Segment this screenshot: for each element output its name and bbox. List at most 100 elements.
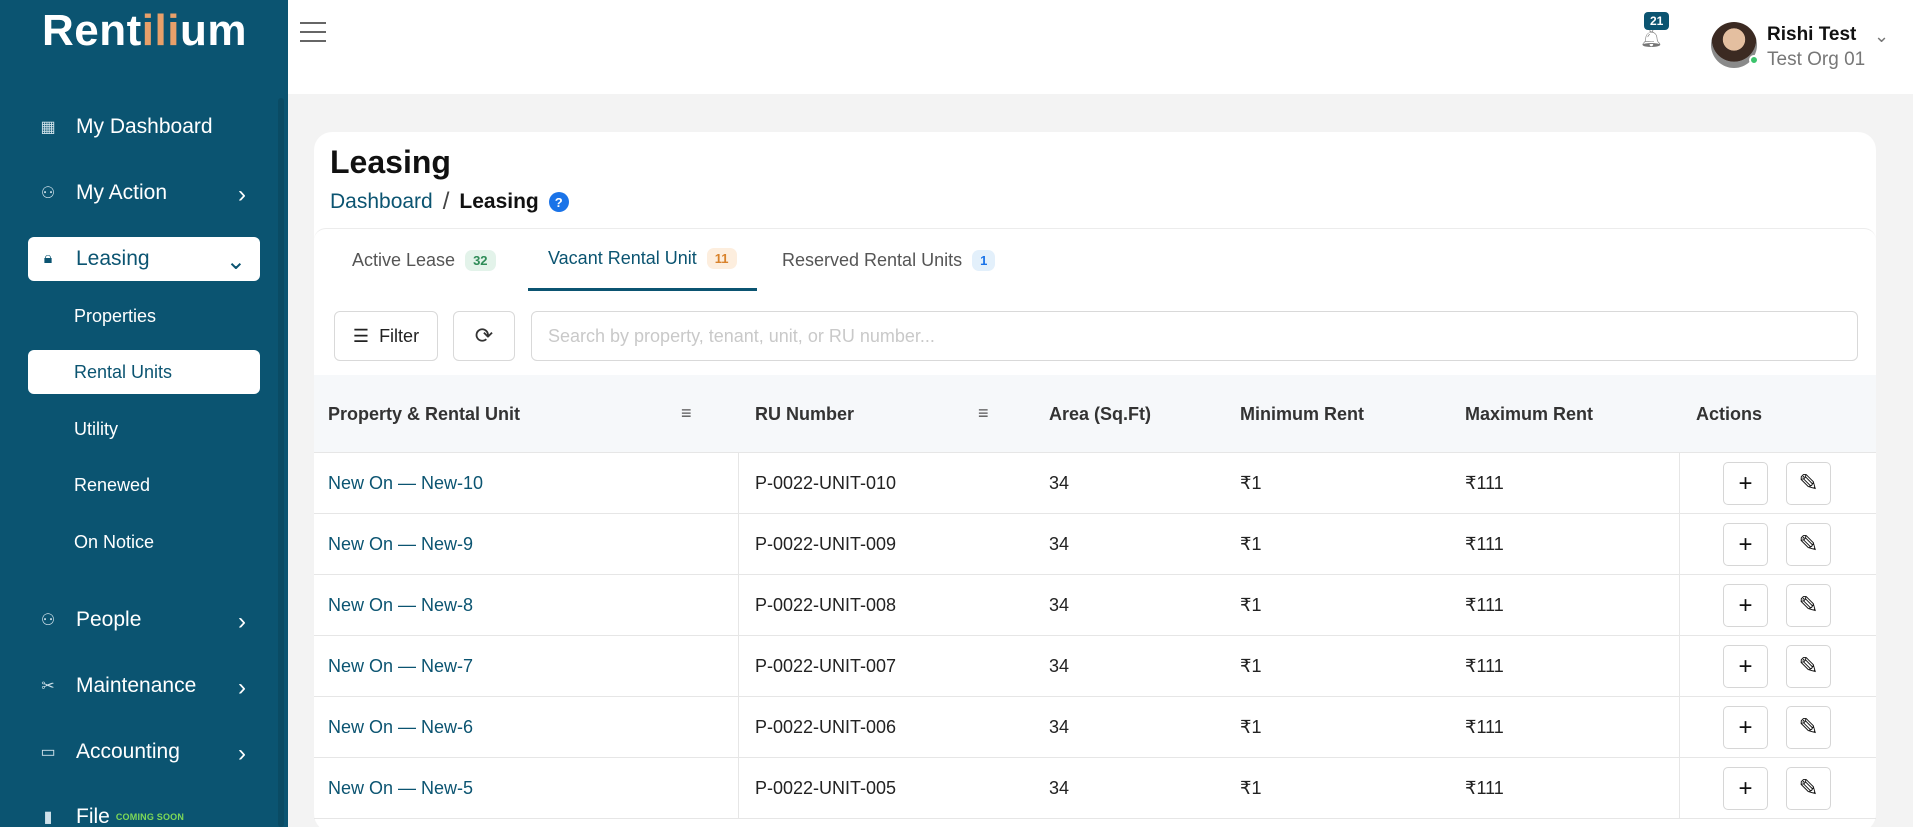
ru-number: P-0022-UNIT-009 <box>755 534 897 554</box>
edit-button[interactable]: ✎ <box>1786 706 1831 749</box>
search-input[interactable] <box>531 311 1858 361</box>
chevron-right-icon: › <box>238 608 246 635</box>
add-button[interactable]: + <box>1723 645 1768 688</box>
max-rent-value: ₹111 <box>1465 534 1504 554</box>
max-rent-value: ₹111 <box>1465 717 1504 737</box>
sidebar-subitem-on-notice[interactable]: On Notice <box>28 520 260 564</box>
filter-button[interactable]: ☰ Filter <box>334 311 438 361</box>
add-button[interactable]: + <box>1723 767 1768 810</box>
ru-number: P-0022-UNIT-010 <box>755 473 897 493</box>
sidebar-subitem-utility[interactable]: Utility <box>28 407 260 451</box>
sidebar-item-accounting[interactable]: ▭ Accounting › <box>28 730 260 774</box>
edit-icon: ✎ <box>1798 653 1819 680</box>
area-value: 34 <box>1049 534 1070 554</box>
tab-vacant-rental-unit[interactable]: Vacant Rental Unit 11 <box>528 229 757 291</box>
property-unit-link[interactable]: New On — New-7 <box>328 636 473 697</box>
min-rent-value: ₹1 <box>1240 595 1262 615</box>
max-rent-value: ₹111 <box>1465 595 1504 615</box>
add-button[interactable]: + <box>1723 706 1768 749</box>
refresh-icon: ⟳ <box>474 323 494 348</box>
column-header-property[interactable]: Property & Rental Unit <box>328 375 520 453</box>
ru-number: P-0022-UNIT-007 <box>755 656 897 676</box>
sidebar-item-file[interactable]: ▮ File COMING SOON <box>28 795 260 827</box>
user-name[interactable]: Rishi Test <box>1767 24 1856 46</box>
lock-icon: 🔒︎ <box>43 250 53 267</box>
menu-toggle-icon[interactable] <box>300 22 326 44</box>
sidebar-item-people[interactable]: ⚇ People › <box>28 598 260 642</box>
plus-icon: + <box>1738 774 1753 802</box>
sidebar-scrollbar[interactable] <box>278 98 284 827</box>
sidebar-item-my-action[interactable]: ⚇ My Action › <box>28 171 260 215</box>
filter-icon[interactable]: ≡ <box>978 403 989 424</box>
edit-button[interactable]: ✎ <box>1786 462 1831 505</box>
chevron-down-icon[interactable]: ⌄ <box>1874 26 1889 47</box>
sidebar-item-leasing[interactable]: 🔒︎ Leasing ⌄ <box>28 237 260 281</box>
ru-number: P-0022-UNIT-006 <box>755 717 897 737</box>
chevron-right-icon: › <box>238 740 246 767</box>
ru-number: P-0022-UNIT-005 <box>755 778 897 798</box>
sidebar-item-maintenance[interactable]: ✂ Maintenance › <box>28 664 260 708</box>
area-value: 34 <box>1049 717 1070 737</box>
column-header-actions: Actions <box>1696 403 1763 424</box>
subitem-label: On Notice <box>74 531 155 552</box>
sidebar-subitem-rental-units[interactable]: Rental Units <box>28 350 260 394</box>
rental-units-table: Property & Rental Unit ≡ RU Number ≡ Are… <box>314 375 1876 819</box>
edit-button[interactable]: ✎ <box>1786 645 1831 688</box>
edit-icon: ✎ <box>1798 531 1819 558</box>
sliders-icon: ☰ <box>352 325 370 346</box>
user-org: Test Org 01 <box>1767 49 1866 70</box>
help-icon[interactable]: ? <box>548 192 569 212</box>
plus-icon: + <box>1738 591 1753 619</box>
coming-soon-badge: COMING SOON <box>115 812 185 822</box>
refresh-button[interactable]: ⟳ <box>453 311 515 361</box>
edit-icon: ✎ <box>1798 470 1819 497</box>
sidebar-subitem-renewed[interactable]: Renewed <box>28 463 260 507</box>
edit-button[interactable]: ✎ <box>1786 523 1831 566</box>
table-header: Property & Rental Unit ≡ RU Number ≡ Are… <box>314 375 1876 453</box>
breadcrumb-separator: / <box>442 188 450 215</box>
sidebar-item-label: Accounting <box>76 740 180 763</box>
property-unit-link[interactable]: New On — New-9 <box>328 514 473 575</box>
column-header-ru-number[interactable]: RU Number <box>755 375 854 453</box>
sidebar: Rentilium ▦ My Dashboard ⚇ My Action › 🔒… <box>0 0 288 827</box>
tab-count-badge: 32 <box>465 249 496 271</box>
min-rent-value: ₹1 <box>1240 534 1262 554</box>
table-row: New On — New-10 P-0022-UNIT-010 34 ₹1 ₹1… <box>314 453 1876 514</box>
edit-button[interactable]: ✎ <box>1786 584 1831 627</box>
app-logo[interactable]: Rentilium <box>42 6 247 56</box>
table-row: New On — New-8 P-0022-UNIT-008 34 ₹1 ₹11… <box>314 575 1876 636</box>
wallet-icon: ▭ <box>40 744 56 761</box>
tab-reserved-rental-units[interactable]: Reserved Rental Units 1 <box>782 229 996 291</box>
chevron-right-icon: › <box>238 181 246 208</box>
tabs-panel: Active Lease 32 Vacant Rental Unit 11 Re… <box>314 228 1876 827</box>
online-status-dot <box>1749 55 1759 65</box>
sidebar-item-my-dashboard[interactable]: ▦ My Dashboard <box>28 105 260 149</box>
column-header-min-rent: Minimum Rent <box>1240 403 1364 424</box>
property-unit-link[interactable]: New On — New-8 <box>328 575 473 636</box>
edit-button[interactable]: ✎ <box>1786 767 1831 810</box>
add-button[interactable]: + <box>1723 462 1768 505</box>
table-row: New On — New-7 P-0022-UNIT-007 34 ₹1 ₹11… <box>314 636 1876 697</box>
area-value: 34 <box>1049 778 1070 798</box>
add-button[interactable]: + <box>1723 584 1768 627</box>
sidebar-item-label: Maintenance <box>76 674 197 697</box>
tab-count-badge: 11 <box>706 248 737 269</box>
bell-icon[interactable]: 🔔︎ <box>1640 28 1663 49</box>
add-button[interactable]: + <box>1723 523 1768 566</box>
ru-number: P-0022-UNIT-008 <box>755 595 897 615</box>
max-rent-value: ₹111 <box>1465 473 1504 493</box>
breadcrumb-dashboard-link[interactable]: Dashboard <box>330 190 433 214</box>
edit-icon: ✎ <box>1798 592 1819 619</box>
filter-icon[interactable]: ≡ <box>681 403 692 424</box>
file-icon: ▮ <box>43 809 53 826</box>
tab-active-lease[interactable]: Active Lease 32 <box>352 229 496 291</box>
plus-icon: + <box>1738 530 1753 558</box>
notification-count-badge: 21 <box>1644 12 1670 30</box>
property-unit-link[interactable]: New On — New-10 <box>328 453 483 514</box>
sidebar-subitem-properties[interactable]: Properties <box>28 294 260 338</box>
topbar: 🔔︎ 21 Rishi Test Test Org 01 ⌄ <box>288 0 1913 94</box>
property-unit-link[interactable]: New On — New-5 <box>328 758 473 819</box>
chevron-down-icon: ⌄ <box>225 248 246 275</box>
property-unit-link[interactable]: New On — New-6 <box>328 697 473 758</box>
table-row: New On — New-9 P-0022-UNIT-009 34 ₹1 ₹11… <box>314 514 1876 575</box>
